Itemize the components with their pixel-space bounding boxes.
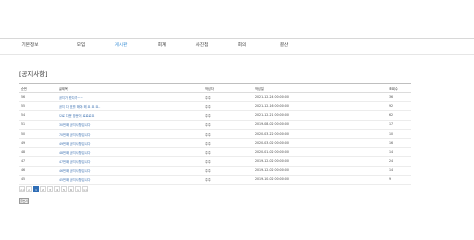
row-number: 50 xyxy=(21,131,26,136)
table-row[interactable]: 54 으로 다운 방문이 로로로요 주주 2021-12-21 00:00:00… xyxy=(19,111,411,121)
table-row[interactable]: 47 47번째 공지사항입니다 주주 2019-12-02 00:00:00 2… xyxy=(19,157,411,167)
table-row[interactable]: 48 48번째 공지사항입니다 주주 2020-01-02 00:00:00 1… xyxy=(19,148,411,158)
header-author: 작성자 xyxy=(205,87,214,92)
table-row[interactable]: 46 46번째 공지사항입니다 주주 2019-12-02 00:00:00 1… xyxy=(19,167,411,176)
table-row[interactable]: 55 공지 다 표를 해야 해 요 요 요.. 주주 2021-12-16 00… xyxy=(19,102,411,112)
first-page-button[interactable]: << xyxy=(19,186,25,192)
page-button-5[interactable]: 5 xyxy=(61,186,67,192)
page-button-1[interactable]: 1 xyxy=(33,186,39,192)
last-page-button[interactable]: >> xyxy=(82,186,88,192)
header-date: 작성일 xyxy=(255,87,264,92)
row-views: 16 xyxy=(389,140,394,145)
row-date: 2021-12-24 00:00:00 xyxy=(255,94,289,99)
row-views: 14 xyxy=(389,168,394,173)
row-number: 46 xyxy=(21,168,26,173)
row-views: 17 xyxy=(389,122,394,127)
row-date: 2019-12-02 00:00:00 xyxy=(255,159,289,164)
notice-table: 순번 글제목 작성자 작성일 조회수 56 공지가 왔다가~~ 주주 2021-… xyxy=(19,83,411,185)
row-author: 주주 xyxy=(205,104,211,109)
row-date: 2021-12-16 00:00:00 xyxy=(255,103,289,108)
row-number: 51 xyxy=(21,122,26,127)
row-views: 14 xyxy=(389,149,394,154)
row-date: 2019-12-02 00:00:00 xyxy=(255,168,289,173)
row-author: 주주 xyxy=(205,169,211,174)
row-title-link[interactable]: 70번째 공지사항입니다 xyxy=(59,132,90,137)
row-views: 10 xyxy=(389,131,394,136)
row-views: 62 xyxy=(389,113,394,118)
row-views: 24 xyxy=(389,159,394,164)
prev-page-button[interactable]: < xyxy=(26,186,32,192)
row-date: 2021-12-21 00:00:00 xyxy=(255,113,289,118)
row-views: 9 xyxy=(389,177,392,182)
row-author: 주주 xyxy=(205,178,211,183)
row-title-link[interactable]: 46번째 공지사항입니다 xyxy=(59,168,90,173)
page-button-6[interactable]: 6 xyxy=(68,186,74,192)
row-title-link[interactable]: 30번째 공지사항입니다 xyxy=(59,122,90,127)
row-author: 주주 xyxy=(205,160,211,165)
header-views: 조회수 xyxy=(389,87,398,92)
row-views: 92 xyxy=(389,103,394,108)
row-number: 49 xyxy=(21,140,26,145)
row-author: 주주 xyxy=(205,95,211,100)
page-title: [공지사항] xyxy=(19,70,48,78)
row-title-link[interactable]: 49번째 공지사항입니다 xyxy=(59,141,90,146)
row-author: 주주 xyxy=(205,132,211,137)
nav-item-settlement[interactable]: 결산 xyxy=(280,42,288,48)
header-title: 글제목 xyxy=(59,87,68,92)
row-number: 47 xyxy=(21,159,26,164)
row-date: 2020-03-02 00:00:00 xyxy=(255,140,289,145)
row-number: 48 xyxy=(21,149,26,154)
row-author: 주주 xyxy=(205,141,211,146)
row-title-link[interactable]: 공지 다 표를 해야 해 요 요 요.. xyxy=(59,104,100,109)
next-page-button[interactable]: > xyxy=(75,186,81,192)
header-number: 순번 xyxy=(21,87,27,92)
row-title-link[interactable]: 45번째 공지사항입니다 xyxy=(59,177,90,182)
row-title-link[interactable]: 47번째 공지사항입니다 xyxy=(59,159,90,164)
row-date: 2019-08-02 00:00:00 xyxy=(255,122,289,127)
row-number: 54 xyxy=(21,113,26,118)
row-date: 2020-01-02 00:00:00 xyxy=(255,149,289,154)
row-number: 45 xyxy=(21,177,26,182)
table-row[interactable]: 51 30번째 공지사항입니다 주주 2019-08-02 00:00:00 1… xyxy=(19,121,411,130)
row-number: 55 xyxy=(21,103,26,108)
table-row[interactable]: 56 공지가 왔다가~~ 주주 2021-12-24 00:00:00 36 xyxy=(19,93,411,103)
write-button[interactable]: 글쓰기 xyxy=(19,198,29,204)
row-author: 주주 xyxy=(205,123,211,128)
row-title-link[interactable]: 48번째 공지사항입니다 xyxy=(59,150,90,155)
nav-item-board[interactable]: 게시판 xyxy=(115,42,128,48)
row-views: 36 xyxy=(389,94,394,99)
row-title-link[interactable]: 공지가 왔다가~~ xyxy=(59,95,83,100)
page-button-3[interactable]: 3 xyxy=(47,186,53,192)
page-button-4[interactable]: 4 xyxy=(54,186,60,192)
main-nav: 기본정보 모임 게시판 회계 사진첩 회의 결산 xyxy=(0,39,474,54)
nav-item-photo-album[interactable]: 사진첩 xyxy=(196,42,209,48)
nav-item-accounting[interactable]: 회계 xyxy=(158,42,166,48)
row-author: 주주 xyxy=(205,114,211,119)
row-number: 56 xyxy=(21,94,26,99)
table-header: 순번 글제목 작성자 작성일 조회수 xyxy=(19,83,411,93)
row-date: 2020-03-22 00:00:00 xyxy=(255,131,289,136)
row-date: 2019-10-02 00:00:00 xyxy=(255,177,289,182)
nav-divider xyxy=(0,54,474,55)
row-title-link[interactable]: 으로 다운 방문이 로로로요 xyxy=(59,113,94,118)
nav-item-conference[interactable]: 회의 xyxy=(238,42,246,48)
table-row[interactable]: 49 49번째 공지사항입니다 주주 2020-03-02 00:00:00 1… xyxy=(19,139,411,149)
row-author: 주주 xyxy=(205,150,211,155)
nav-item-meeting[interactable]: 모임 xyxy=(77,42,85,48)
table-row[interactable]: 50 70번째 공지사항입니다 주주 2020-03-22 00:00:00 1… xyxy=(19,130,411,139)
page-button-2[interactable]: 2 xyxy=(40,186,46,192)
table-row[interactable]: 45 45번째 공지사항입니다 주주 2019-10-02 00:00:00 9 xyxy=(19,176,411,185)
nav-item-basic-info[interactable]: 기본정보 xyxy=(22,42,39,48)
